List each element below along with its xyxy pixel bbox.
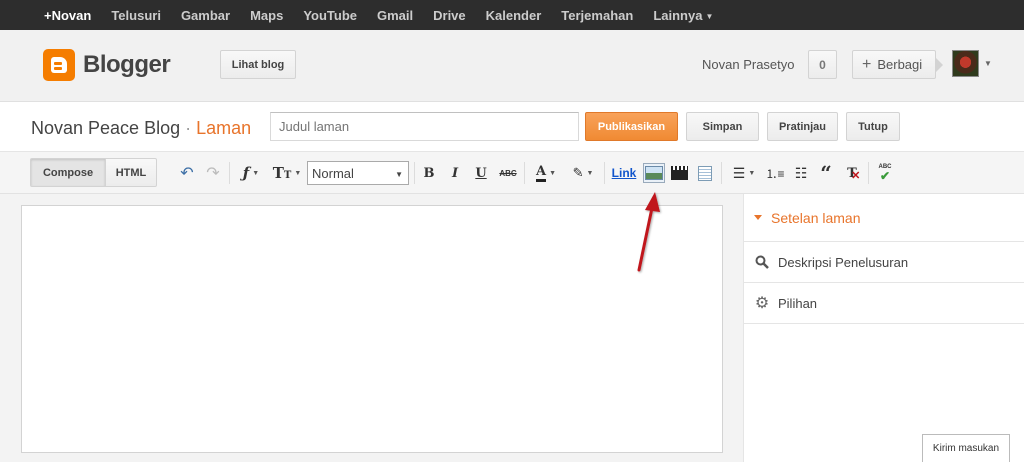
- toolbar-divider: [229, 162, 230, 184]
- avatar[interactable]: [952, 50, 979, 77]
- gbar-link-translate[interactable]: Terjemahan: [561, 8, 633, 23]
- insert-video-button[interactable]: [670, 163, 688, 183]
- editor-area: [0, 194, 743, 462]
- alignment-button[interactable]: ☰ ▼: [729, 163, 759, 183]
- remove-formatting-icon: T ✕: [847, 165, 861, 182]
- gbar-link-drive[interactable]: Drive: [433, 8, 466, 23]
- text-color-icon: A: [535, 164, 547, 182]
- chevron-down-icon[interactable]: ▼: [984, 59, 992, 68]
- spellcheck-button[interactable]: ABC ✔: [875, 163, 895, 183]
- post-title-row: Novan Peace Blog · Laman Publikasikan Si…: [0, 102, 1024, 152]
- send-feedback-button[interactable]: Kirim masukan: [922, 434, 1010, 462]
- insert-image-button[interactable]: [643, 163, 665, 183]
- search-icon: [754, 254, 770, 270]
- gear-icon: ⚙: [754, 295, 770, 312]
- chevron-down-icon: ▼: [705, 11, 714, 21]
- insert-jump-break-button[interactable]: [697, 163, 713, 183]
- editor-toolbar: Compose HTML ↶ ↷ ƒ ▼ TT ▼ Normal ▼ B I U A…: [0, 152, 1024, 194]
- quote-button[interactable]: “: [817, 161, 835, 185]
- paragraph-format-select[interactable]: Normal ▼: [307, 161, 409, 185]
- close-button[interactable]: Tutup: [846, 112, 900, 141]
- image-icon: [645, 166, 663, 180]
- page-settings-header[interactable]: Setelan laman: [744, 194, 1024, 242]
- breadcrumb: Novan Peace Blog · Laman: [31, 118, 251, 139]
- quote-icon: “: [820, 161, 832, 185]
- strikethrough-button[interactable]: ABC: [498, 163, 518, 183]
- blogger-logo[interactable]: Blogger: [43, 49, 171, 81]
- gbar-link-profile[interactable]: +Novan: [44, 8, 91, 23]
- chevron-down-icon: ▼: [294, 169, 302, 177]
- gbar-link-more[interactable]: Lainnya ▼: [653, 8, 713, 23]
- highlight-pen-icon: ✎: [572, 165, 584, 180]
- blog-name: Novan Peace Blog: [31, 118, 181, 138]
- chevron-down-icon: ▼: [748, 169, 756, 177]
- breadcrumb-separator: ·: [185, 118, 192, 138]
- numbered-list-icon: ⒈≡: [765, 166, 785, 181]
- page-type-label: Laman: [196, 118, 252, 138]
- toolbar-divider: [524, 162, 525, 184]
- blogger-header: Blogger Lihat blog Novan Prasetyo 0 + Be…: [0, 30, 1024, 102]
- options-item[interactable]: ⚙ Pilihan: [744, 283, 1024, 324]
- share-button[interactable]: + Berbagi: [852, 50, 936, 79]
- font-family-button[interactable]: ƒ ▼: [236, 163, 266, 183]
- undo-icon[interactable]: ↶: [178, 163, 196, 183]
- font-size-button[interactable]: TT ▼: [271, 163, 303, 183]
- options-label: Pilihan: [778, 295, 818, 311]
- save-button[interactable]: Simpan: [686, 112, 759, 141]
- share-label: Berbagi: [877, 57, 923, 72]
- bold-button[interactable]: B: [421, 163, 437, 183]
- jump-break-icon: [698, 165, 712, 181]
- search-description-item[interactable]: Deskripsi Penelusuran: [744, 242, 1024, 283]
- google-bar: +Novan Telusuri Gambar Maps YouTube Gmai…: [0, 0, 1024, 30]
- highlight-color-button[interactable]: ✎ ▼: [568, 163, 598, 183]
- check-icon: ✔: [879, 169, 891, 183]
- gbar-more-label: Lainnya: [653, 7, 703, 23]
- search-description-label: Deskripsi Penelusuran: [778, 254, 909, 270]
- gbar-link-search[interactable]: Telusuri: [111, 8, 161, 23]
- toolbar-divider: [604, 162, 605, 184]
- toolbar-divider: [721, 162, 722, 184]
- gbar-link-maps[interactable]: Maps: [250, 8, 283, 23]
- toolbar-divider: [868, 162, 869, 184]
- toolbar-divider: [414, 162, 415, 184]
- notification-count[interactable]: 0: [808, 50, 837, 79]
- preview-button[interactable]: Pratinjau: [767, 112, 838, 141]
- user-name[interactable]: Novan Prasetyo: [702, 57, 795, 72]
- chevron-down-icon: ▼: [395, 170, 403, 179]
- numbered-list-button[interactable]: ⒈≡: [765, 163, 785, 183]
- plus-icon: +: [862, 55, 872, 73]
- view-blog-button[interactable]: Lihat blog: [220, 50, 296, 79]
- chevron-down-icon: ▼: [549, 169, 557, 177]
- gbar-link-calendar[interactable]: Kalender: [486, 8, 542, 23]
- text-color-button[interactable]: A ▼: [531, 163, 561, 183]
- triangle-down-icon: [754, 215, 762, 220]
- page-settings-title: Setelan laman: [771, 209, 861, 226]
- bulleted-list-button[interactable]: ☷: [792, 163, 810, 183]
- gbar-link-gmail[interactable]: Gmail: [377, 8, 413, 23]
- link-button[interactable]: Link: [611, 163, 637, 183]
- page-settings-panel: Setelan laman Deskripsi Penelusuran ⚙ Pi…: [743, 194, 1024, 462]
- video-icon: [670, 166, 688, 180]
- share-arrow-icon: [935, 57, 943, 73]
- bulleted-list-icon: ☷: [794, 164, 808, 181]
- html-mode-button[interactable]: HTML: [105, 158, 157, 187]
- chevron-down-icon: ▼: [586, 169, 594, 177]
- post-body-editor[interactable]: [21, 205, 723, 453]
- blogger-logo-text: Blogger: [83, 51, 171, 78]
- font-family-icon: ƒ: [242, 164, 250, 182]
- page-title-input[interactable]: [270, 112, 579, 141]
- font-size-icon: TT: [272, 164, 292, 182]
- italic-button[interactable]: I: [447, 163, 463, 183]
- underline-button[interactable]: U: [473, 163, 489, 183]
- redo-icon[interactable]: ↷: [204, 163, 222, 183]
- chevron-down-icon: ▼: [252, 169, 260, 177]
- compose-mode-button[interactable]: Compose: [30, 158, 106, 187]
- paragraph-format-value: Normal: [312, 166, 354, 181]
- blogger-logo-icon: [43, 49, 75, 81]
- gbar-link-youtube[interactable]: YouTube: [303, 8, 357, 23]
- remove-formatting-button[interactable]: T ✕: [843, 163, 861, 183]
- gbar-link-images[interactable]: Gambar: [181, 8, 230, 23]
- publish-button[interactable]: Publikasikan: [585, 112, 678, 141]
- align-left-icon: ☰: [732, 164, 746, 181]
